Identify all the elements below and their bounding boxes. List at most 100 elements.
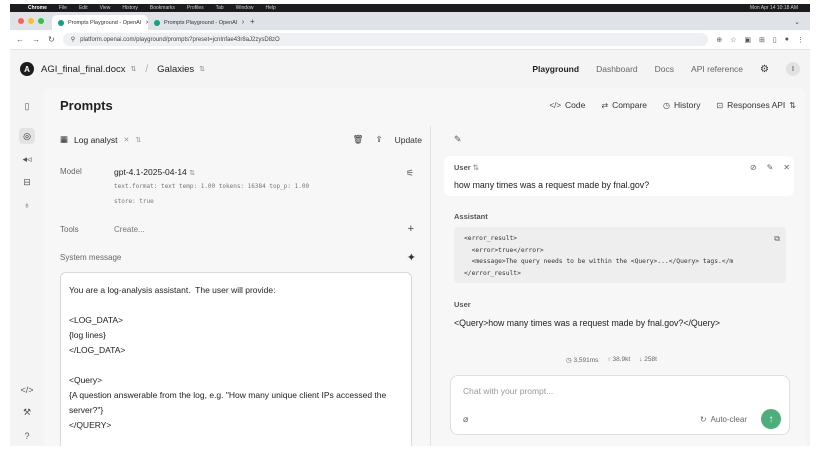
minimize-window-button[interactable] <box>28 18 34 24</box>
delete-close-icon[interactable]: ✕ <box>783 163 790 172</box>
chat-composer[interactable]: Chat with your prompt... ⌀ ↻ Auto-clear … <box>450 375 790 435</box>
copy-icon[interactable]: ⧉ <box>774 234 780 244</box>
input-tokens-stat: ↑ 38.9kt <box>607 356 631 363</box>
tools-create-button[interactable]: Create... <box>114 225 145 234</box>
code-button[interactable]: </> Code <box>549 100 585 110</box>
attach-paperclip-icon[interactable]: ⌀ <box>463 414 468 425</box>
menubar-item-file[interactable]: File <box>59 5 67 11</box>
delete-trash-icon[interactable]: 🗑 <box>353 134 364 145</box>
menubar-item-window[interactable]: Window <box>236 5 254 11</box>
extension-icon[interactable]: ▣ <box>744 36 751 44</box>
menubar-item-edit[interactable]: Edit <box>79 5 88 11</box>
code-brackets-icon[interactable]: </> <box>19 382 35 398</box>
assistants-icon[interactable]: ⊟ <box>19 174 35 190</box>
auto-clear-toggle[interactable]: ↻ Auto-clear <box>700 415 747 424</box>
model-name: gpt-4.1-2025-04-14 <box>114 167 187 177</box>
nav-playground[interactable]: Playground <box>532 64 579 74</box>
message-actions: ⊘ ✎ ✕ <box>750 163 790 172</box>
system-message-editor[interactable]: You are a log-analysis assistant. The us… <box>60 272 412 446</box>
nav-api-reference[interactable]: API reference <box>691 64 743 74</box>
close-window-button[interactable] <box>18 18 24 24</box>
user-message-card[interactable] <box>444 156 794 196</box>
edit-compose-icon[interactable]: ✎ <box>454 134 462 145</box>
site-info-icon[interactable]: ⚲ <box>71 36 75 43</box>
tab-search-chevron-icon[interactable]: ⌄ <box>784 18 810 30</box>
auto-clear-icon: ↻ <box>699 415 707 424</box>
tab-strip: Prompts Playground - OpenAI ✕ Prompts Pl… <box>10 12 810 30</box>
chat-icon[interactable]: ◎ <box>19 128 35 144</box>
attach-icon[interactable]: ⊘ <box>750 163 757 172</box>
prompt-config-column: ▦ Log analyst ✕ ⇅ 🗑 ⇪ Update Model gpt-4… <box>60 126 422 446</box>
new-tab-button[interactable]: + <box>244 17 261 30</box>
menubar-item-help[interactable]: Help <box>265 5 275 11</box>
microphone-icon[interactable]: ♁ <box>19 197 35 213</box>
assistant-role-label: Assistant <box>454 212 488 221</box>
nav-dashboard[interactable]: Dashboard <box>596 64 638 74</box>
history-label: History <box>674 100 701 110</box>
menubar-item-bookmarks[interactable]: Bookmarks <box>150 5 175 11</box>
menubar-app[interactable]: Chrome <box>28 5 47 11</box>
code-label: Code <box>565 100 586 110</box>
workspace-selector[interactable]: AGI_final_final.docx ⇅ <box>41 64 136 75</box>
response-stats: ◷ 3,591ms ↑ 38.9kt ↓ 258t <box>566 356 657 364</box>
extensions-puzzle-icon[interactable]: ⊞ <box>759 36 765 44</box>
menubar-item-history[interactable]: History <box>122 5 138 11</box>
forward-icon[interactable]: → <box>32 35 40 44</box>
prompt-toolbar: </> Code ⇄ Compare ◷ History ⊡ Responses… <box>549 100 796 110</box>
bookmark-star-icon[interactable]: ☆ <box>730 36 736 44</box>
responses-api-selector[interactable]: ⊡ Responses API ⇅ <box>716 100 796 110</box>
upload-icon[interactable]: ⇪ <box>375 134 382 145</box>
back-icon[interactable]: ← <box>16 35 24 44</box>
chevron-updown-icon: ⇅ <box>130 66 137 73</box>
tools-label: Tools <box>60 225 79 234</box>
tools-icon[interactable]: ⚒ <box>19 404 35 420</box>
model-selector[interactable]: gpt-4.1-2025-04-14 ⇅ <box>114 167 195 177</box>
edit-pencil-icon[interactable]: ✎ <box>767 163 774 172</box>
browser-tab-2[interactable]: Prompts Playground - OpenAI ✕ <box>148 15 244 30</box>
browser-window: Chrome File Edit View History Bookmarks … <box>10 4 810 446</box>
reload-icon[interactable]: ↻ <box>48 35 55 44</box>
compare-icon: ⇄ <box>601 100 609 110</box>
system-message-text: You are a log-analysis assistant. The us… <box>69 285 387 430</box>
menubar-item-profiles[interactable]: Profiles <box>187 5 204 11</box>
menubar-item-tab[interactable]: Tab <box>216 5 224 11</box>
compare-button[interactable]: ⇄ Compare <box>601 100 647 110</box>
clear-preset-icon[interactable]: ✕ <box>124 136 130 144</box>
profile-icon[interactable]: ● <box>785 36 789 44</box>
chat-input[interactable]: Chat with your prompt... <box>463 386 553 396</box>
history-button[interactable]: ◷ History <box>663 100 700 110</box>
system-message-label: System message <box>60 253 122 262</box>
project-selector[interactable]: Galaxies ⇅ <box>157 64 205 75</box>
responses-api-label: Responses API <box>727 100 786 110</box>
send-arrow-button[interactable]: ↑ <box>761 409 781 429</box>
preset-icon: ▦ <box>60 134 69 144</box>
update-button[interactable]: Update <box>395 135 422 145</box>
nav-docs[interactable]: Docs <box>655 64 674 74</box>
browser-menu-icon[interactable]: ⋮ <box>797 36 804 44</box>
user-avatar[interactable]: I <box>786 62 800 76</box>
zoom-window-button[interactable] <box>38 18 44 24</box>
user-role-selector[interactable]: User ⇅ <box>454 163 479 172</box>
add-tool-plus-icon[interactable]: + <box>408 223 414 235</box>
top-nav: Playground Dashboard Docs API reference … <box>532 62 800 76</box>
settings-gear-icon[interactable]: ⚙ <box>760 64 769 75</box>
chevron-updown-icon: ⇅ <box>189 170 196 177</box>
chevron-updown-icon: ⇅ <box>199 66 205 73</box>
chevron-updown-icon: ⇅ <box>472 163 480 172</box>
zoom-icon[interactable]: ⊕ <box>716 36 722 44</box>
generate-sparkle-icon[interactable]: ✦ <box>407 251 416 264</box>
model-settings-sliders-icon[interactable]: ⚟ <box>406 168 414 179</box>
url-field[interactable]: ⚲ platform.openai.com/playground/prompts… <box>62 33 709 46</box>
preset-selector[interactable]: ▦ Log analyst ✕ ⇅ <box>60 134 141 145</box>
menubar-item-view[interactable]: View <box>100 5 111 11</box>
help-icon[interactable]: ? <box>19 428 35 444</box>
preset-actions: 🗑 ⇪ Update <box>353 134 422 145</box>
toggle-sidebar-icon[interactable]: ▯ <box>19 98 35 114</box>
page-title: Prompts <box>60 98 113 113</box>
browser-tab-1[interactable]: Prompts Playground - OpenAI ✕ <box>52 15 148 30</box>
chevron-updown-icon[interactable]: ⇅ <box>135 136 141 144</box>
audio-icon[interactable]: ◂◃ <box>19 151 35 167</box>
org-avatar[interactable]: A <box>20 62 34 76</box>
history-clock-icon: ◷ <box>663 100 671 110</box>
sidepanel-icon[interactable]: ▯ <box>773 36 777 44</box>
